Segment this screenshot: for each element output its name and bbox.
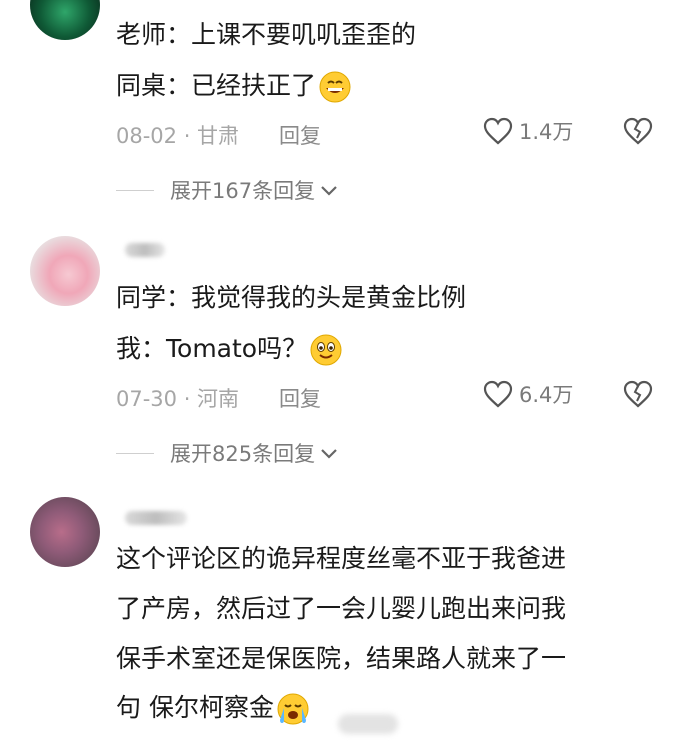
chevron-down-icon [321, 449, 337, 459]
comment-text-line: 同学：我觉得我的头是黄金比例 [116, 283, 467, 312]
divider [116, 189, 154, 191]
expand-replies-label: 展开825条回复 [170, 442, 316, 466]
divider [116, 452, 154, 454]
avatar[interactable] [30, 497, 100, 567]
expand-replies-label: 展开167条回复 [170, 179, 316, 203]
comment-meta: 07-30 · 河南 [116, 387, 240, 411]
expand-replies-button[interactable]: 展开825条回复 [116, 438, 339, 468]
comment-text-line: 老师：上课不要叽叽歪歪的 [116, 20, 417, 49]
like-count: 6.4万 [519, 383, 574, 407]
smiling-emoji [310, 334, 342, 366]
expand-replies-button[interactable]: 展开167条回复 [116, 175, 339, 205]
comment-meta: 08-02 · 甘肃 [116, 124, 240, 148]
comment-text-line: 了产房，然后过了一会儿婴儿跑出来问我 [116, 594, 567, 623]
grinning-emoji [319, 71, 351, 103]
blurred-username [125, 511, 187, 525]
avatar[interactable] [30, 0, 100, 40]
avatar[interactable] [30, 236, 100, 306]
reply-button[interactable]: 回复 [279, 120, 321, 150]
broken-heart-icon[interactable] [622, 379, 654, 409]
chevron-down-icon [321, 186, 337, 196]
comment-text-line: 这个评论区的诡异程度丝毫不亚于我爸进 [116, 544, 567, 573]
crying-emoji [277, 693, 309, 725]
comment-text-line: 同桌：已经扶正了 [116, 70, 352, 104]
blurred-watermark [338, 714, 398, 734]
like-button[interactable]: 6.4万 [483, 379, 573, 409]
like-button[interactable]: 1.4万 [483, 116, 573, 146]
broken-heart-icon[interactable] [622, 116, 654, 146]
reply-button[interactable]: 回复 [279, 383, 321, 413]
heart-outline-icon [483, 117, 513, 145]
comment-text-line: 保手术室还是保医院，结果路人就来了一 [116, 644, 567, 673]
like-count: 1.4万 [519, 120, 574, 144]
blurred-username [125, 243, 165, 257]
comment-text-line: 我：Tomato吗？ [116, 333, 343, 367]
comment-text-line: 句 保尔柯察金 [116, 692, 310, 726]
heart-outline-icon [483, 380, 513, 408]
